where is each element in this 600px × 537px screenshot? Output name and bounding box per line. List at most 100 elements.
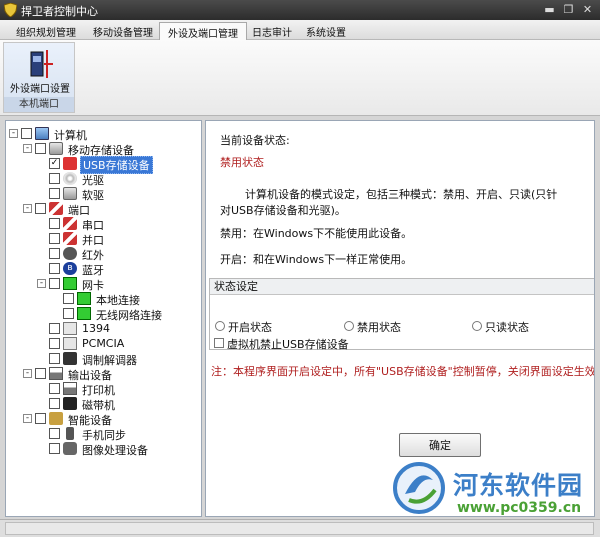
radio-indicator[interactable] bbox=[344, 321, 354, 331]
tree-expander[interactable]: - bbox=[23, 204, 32, 213]
tree-node[interactable]: - 移动存储设备 bbox=[23, 141, 199, 157]
tab-peripherals-ports[interactable]: 外设及端口管理 bbox=[159, 22, 247, 41]
radio-indicator[interactable] bbox=[472, 321, 482, 331]
disable-description: 禁用：在Windows下不能使用此设备。 bbox=[220, 227, 413, 240]
tree-node[interactable]: ✓ USB存储设备 bbox=[37, 156, 199, 174]
tree-node-checkbox[interactable] bbox=[49, 188, 60, 199]
tree-node-checkbox[interactable] bbox=[49, 443, 60, 454]
tree-node-checkbox[interactable] bbox=[49, 248, 60, 259]
tree-node-checkbox[interactable] bbox=[63, 293, 74, 304]
tree-node[interactable]: - 网卡 bbox=[37, 276, 199, 292]
tree-node-label[interactable]: 图像处理设备 bbox=[80, 442, 150, 458]
menu-bar: 组织规划管理 移动设备管理 外设及端口管理 日志审计 系统设置 bbox=[0, 20, 600, 41]
tree-node[interactable]: 无线网络连接 bbox=[51, 306, 199, 322]
tree-node-checkbox[interactable] bbox=[49, 173, 60, 184]
modem-icon bbox=[63, 352, 77, 365]
tree-node[interactable]: 1394 bbox=[37, 321, 199, 336]
watermark: 河东软件园 www.pc0359.cn bbox=[393, 462, 593, 522]
tree-expander[interactable]: - bbox=[23, 414, 32, 423]
floppy-icon bbox=[63, 187, 77, 200]
tree-node-checkbox[interactable] bbox=[49, 383, 60, 394]
tab-org-planning[interactable]: 组织规划管理 bbox=[8, 22, 84, 40]
tab-system-settings[interactable]: 系统设置 bbox=[298, 22, 354, 40]
tree-expander[interactable]: - bbox=[23, 369, 32, 378]
port-icon bbox=[63, 217, 77, 230]
ribbon-group-local-ports: 外设端口设置 本机端口 bbox=[3, 42, 75, 113]
tree-node[interactable]: 串口 bbox=[37, 216, 199, 232]
tree-node[interactable]: 红外 bbox=[37, 246, 199, 262]
phone-icon bbox=[66, 427, 74, 440]
restore-button[interactable]: ❐ bbox=[560, 2, 577, 17]
tree-node[interactable]: 并口 bbox=[37, 231, 199, 247]
peripheral-port-settings-button[interactable]: 外设端口设置 bbox=[7, 45, 73, 95]
tree-node[interactable]: ʙ 蓝牙 bbox=[37, 261, 199, 277]
close-button[interactable]: ✕ bbox=[579, 2, 596, 17]
smart-device-icon bbox=[49, 412, 63, 425]
device-tree[interactable]: - 计算机 - 移动存储设备 ✓ USB存储设备 光驱 软驱 - 端口 串口 并口 红外 ʙ 蓝牙 - 网卡 本地… bbox=[5, 120, 202, 517]
tree-node-label[interactable]: 1394 bbox=[80, 322, 112, 335]
tree-node-checkbox[interactable] bbox=[49, 398, 60, 409]
tree-node[interactable]: 图像处理设备 bbox=[37, 441, 199, 458]
tree-node[interactable]: PCMCIA bbox=[37, 336, 199, 351]
current-status-label: 当前设备状态: bbox=[220, 134, 290, 147]
radio-indicator[interactable] bbox=[215, 321, 225, 331]
device-settings-panel: 当前设备状态: 禁用状态 计算机设备的模式设定，包括三种模式：禁用、开启、只读(… bbox=[205, 120, 595, 517]
tape-icon bbox=[63, 397, 77, 410]
confirm-button[interactable]: 确定 bbox=[399, 433, 481, 457]
checkbox-box[interactable] bbox=[214, 338, 224, 348]
ribbon-button-label: 外设端口设置 bbox=[10, 84, 70, 95]
tree-node[interactable]: - 端口 bbox=[23, 201, 199, 217]
tree-expander[interactable]: - bbox=[9, 129, 18, 138]
tree-node-checkbox[interactable] bbox=[49, 353, 60, 364]
tree-node[interactable]: - 智能设备 bbox=[23, 411, 199, 427]
camera-icon bbox=[63, 442, 77, 455]
tree-node-checkbox[interactable] bbox=[49, 218, 60, 229]
cd-icon bbox=[63, 172, 77, 185]
infrared-icon bbox=[63, 247, 77, 260]
printer-icon bbox=[49, 367, 63, 380]
tree-node-checkbox[interactable] bbox=[49, 338, 60, 349]
drive-icon bbox=[49, 142, 63, 155]
bluetooth-icon: ʙ bbox=[63, 262, 77, 275]
tree-node-checkbox[interactable] bbox=[21, 128, 32, 139]
tree-node[interactable]: 本地连接 bbox=[51, 291, 199, 307]
tree-node-checkbox[interactable] bbox=[35, 203, 46, 214]
tree-node[interactable]: - 计算机 bbox=[9, 126, 199, 142]
watermark-logo-icon bbox=[393, 462, 445, 514]
tree-node-checkbox[interactable] bbox=[35, 368, 46, 379]
tree-node-checkbox[interactable] bbox=[49, 263, 60, 274]
card-icon bbox=[63, 322, 77, 335]
usb-port-icon bbox=[30, 50, 53, 78]
minimize-button[interactable]: ▬ bbox=[541, 2, 558, 17]
ribbon: 外设端口设置 本机端口 bbox=[0, 40, 600, 116]
tree-node[interactable]: - 输出设备 bbox=[23, 366, 199, 382]
tree-expander[interactable]: - bbox=[37, 279, 46, 288]
tree-node-checkbox[interactable] bbox=[49, 323, 60, 334]
network-card-icon bbox=[77, 307, 91, 320]
tree-node[interactable]: 磁带机 bbox=[37, 396, 199, 412]
printer-icon bbox=[63, 382, 77, 395]
tab-log-audit[interactable]: 日志审计 bbox=[244, 22, 300, 40]
port-icon bbox=[49, 202, 63, 215]
tree-node-checkbox[interactable] bbox=[63, 308, 74, 319]
tree-expander[interactable]: - bbox=[23, 144, 32, 153]
tree-node-checkbox[interactable] bbox=[49, 428, 60, 439]
mode-description-line1: 计算机设备的模式设定，包括三种模式：禁用、开启、只读(只针 bbox=[245, 188, 558, 201]
tree-node[interactable]: 调制解调器 bbox=[37, 351, 199, 367]
radio-disabled-label: 禁用状态 bbox=[357, 321, 401, 334]
tree-node[interactable]: 手机同步 bbox=[37, 426, 199, 442]
tab-mobile-devices[interactable]: 移动设备管理 bbox=[85, 22, 161, 40]
ribbon-group-label: 本机端口 bbox=[4, 97, 74, 112]
tree-node-checkbox[interactable] bbox=[49, 278, 60, 289]
mode-description-line2: 对USB存储设备和光驱)。 bbox=[220, 204, 346, 217]
tree-node-checkbox[interactable]: ✓ bbox=[49, 158, 60, 169]
tree-node-checkbox[interactable] bbox=[35, 413, 46, 424]
tree-node-checkbox[interactable] bbox=[35, 143, 46, 154]
tree-node[interactable]: 光驱 bbox=[37, 171, 199, 187]
current-status-value: 禁用状态 bbox=[220, 156, 264, 169]
tree-node[interactable]: 软驱 bbox=[37, 186, 199, 202]
tree-node-checkbox[interactable] bbox=[49, 233, 60, 244]
status-settings-group: 状态设定 开启状态 禁用状态 只读状态 虚拟机禁止USB存储设备 bbox=[209, 278, 594, 351]
tree-node[interactable]: 打印机 bbox=[37, 381, 199, 397]
tree-node-label[interactable]: PCMCIA bbox=[80, 337, 126, 350]
